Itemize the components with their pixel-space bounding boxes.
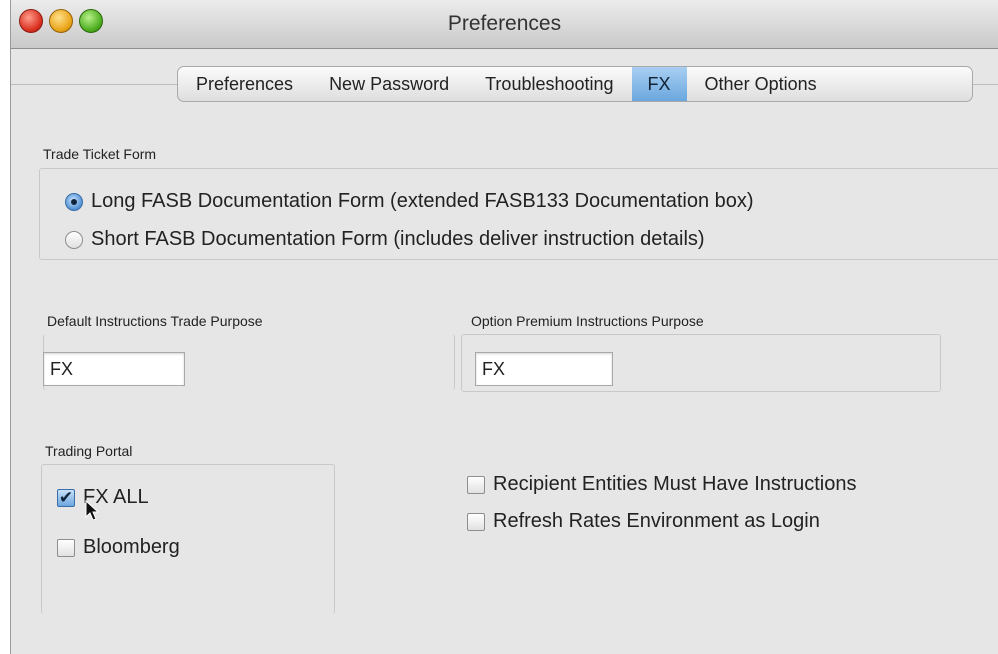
bloomberg-checkbox[interactable] — [57, 538, 75, 557]
short-fasb-label: Short FASB Documentation Form (includes … — [91, 228, 705, 250]
window-title: Preferences — [447, 12, 562, 35]
mouse-pointer-icon — [85, 500, 99, 521]
tab-preferences[interactable]: Preferences — [178, 67, 311, 101]
long-fasb-option[interactable]: Long FASB Documentation Form (extended F… — [65, 190, 754, 213]
checkmark-icon: ✔ — [58, 488, 74, 507]
trading-portal-label: Trading Portal — [45, 443, 133, 459]
long-fasb-label: Long FASB Documentation Form (extended F… — [91, 190, 754, 212]
refresh-rates-option[interactable]: Refresh Rates Environment as Login — [467, 510, 820, 533]
tab-new-password[interactable]: New Password — [311, 67, 467, 101]
tab-bar: Preferences New Password Troubleshooting… — [177, 66, 973, 102]
option-premium-label: Option Premium Instructions Purpose — [471, 313, 704, 329]
fx-all-option[interactable]: ✔ FX ALL — [57, 486, 149, 509]
default-instructions-input[interactable]: FX — [43, 352, 185, 386]
long-fasb-radio[interactable] — [65, 192, 83, 211]
short-fasb-option[interactable]: Short FASB Documentation Form (includes … — [65, 228, 705, 251]
bloomberg-option[interactable]: Bloomberg — [57, 536, 180, 559]
recipient-entities-checkbox[interactable] — [467, 475, 485, 494]
preferences-window: Preferences Preferences New Password Tro… — [10, 0, 998, 654]
tab-fx[interactable]: FX — [631, 67, 687, 101]
trade-ticket-form-label: Trade Ticket Form — [43, 146, 157, 162]
refresh-rates-checkbox[interactable] — [467, 512, 485, 531]
tab-troubleshooting[interactable]: Troubleshooting — [467, 67, 631, 101]
refresh-rates-label: Refresh Rates Environment as Login — [493, 510, 820, 532]
option-premium-input[interactable]: FX — [475, 352, 613, 386]
tab-other-options[interactable]: Other Options — [687, 67, 835, 101]
recipient-entities-option[interactable]: Recipient Entities Must Have Instruction… — [467, 473, 857, 496]
default-instructions-label: Default Instructions Trade Purpose — [47, 313, 263, 329]
short-fasb-radio[interactable] — [65, 230, 83, 249]
bloomberg-label: Bloomberg — [83, 536, 180, 558]
recipient-entities-label: Recipient Entities Must Have Instruction… — [493, 473, 857, 495]
fx-all-checkbox[interactable]: ✔ — [57, 488, 75, 507]
title-bar[interactable]: Preferences — [11, 0, 998, 49]
